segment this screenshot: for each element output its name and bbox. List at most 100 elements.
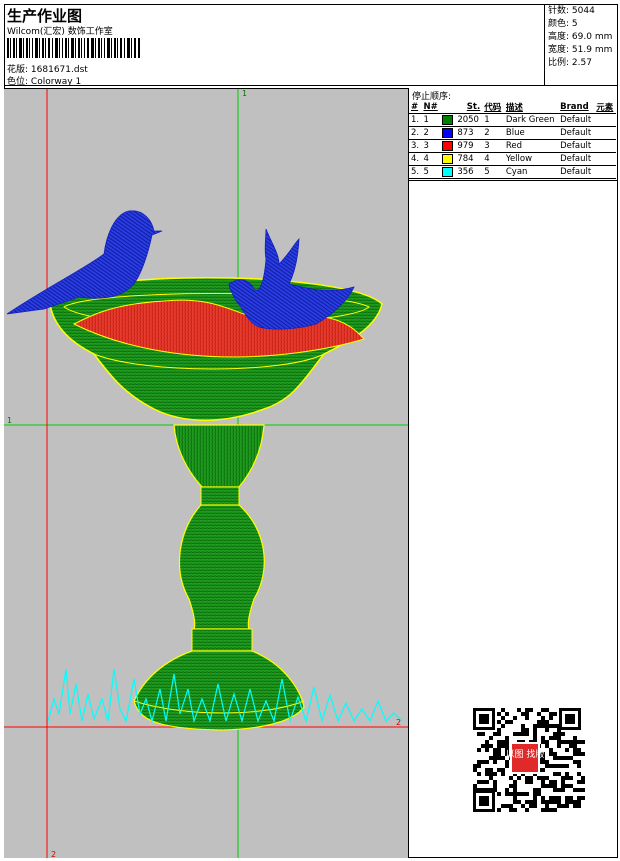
qr-module bbox=[557, 756, 561, 760]
color-swatch bbox=[442, 140, 454, 151]
qr-module bbox=[481, 780, 485, 784]
qr-module bbox=[561, 732, 565, 736]
qr-module bbox=[505, 804, 509, 808]
qr-module bbox=[545, 800, 549, 804]
qr-module bbox=[549, 748, 553, 752]
qr-module bbox=[581, 776, 585, 780]
qr-module bbox=[561, 764, 565, 768]
qr-module bbox=[565, 756, 569, 760]
row-brand: Default bbox=[558, 139, 595, 153]
qr-stamp: 以图 找版 bbox=[506, 742, 545, 774]
qr-module bbox=[501, 768, 505, 772]
col-element: 元素 bbox=[596, 102, 614, 113]
qr-module bbox=[509, 720, 513, 724]
qr-module bbox=[569, 776, 573, 780]
row-code: 4 bbox=[482, 152, 504, 166]
qr-module bbox=[553, 788, 557, 792]
qr-module bbox=[537, 788, 541, 792]
qr-finder-tl bbox=[473, 708, 495, 730]
qr-module bbox=[561, 804, 565, 808]
qr-module bbox=[533, 788, 537, 792]
qr-module bbox=[521, 724, 525, 728]
qr-module bbox=[513, 796, 517, 800]
qr-module bbox=[497, 808, 501, 812]
qr-module bbox=[541, 800, 545, 804]
qr-module bbox=[537, 724, 541, 728]
qr-module bbox=[557, 772, 561, 776]
qr-module bbox=[545, 808, 549, 812]
qr-module bbox=[497, 748, 501, 752]
qr-module bbox=[525, 728, 529, 732]
qr-module bbox=[553, 764, 557, 768]
qr-module bbox=[493, 772, 497, 776]
qr-module bbox=[545, 776, 549, 780]
row-element bbox=[594, 139, 616, 153]
qr-module bbox=[573, 760, 577, 764]
qr-module bbox=[573, 736, 577, 740]
qr-module bbox=[485, 780, 489, 784]
qr-module bbox=[553, 756, 557, 760]
qr-module bbox=[553, 784, 557, 788]
qr-module bbox=[473, 764, 477, 768]
qr-module bbox=[545, 740, 549, 744]
qr-module bbox=[513, 788, 517, 792]
qr-module bbox=[545, 724, 549, 728]
qr-module bbox=[493, 760, 497, 764]
qr-module bbox=[509, 808, 513, 812]
color-swatch bbox=[442, 153, 454, 164]
qr-module bbox=[565, 764, 569, 768]
qr-module bbox=[537, 776, 541, 780]
qr-module bbox=[541, 776, 545, 780]
qr-module bbox=[497, 768, 501, 772]
qr-module bbox=[493, 756, 497, 760]
qr-code[interactable]: 以图 找版 bbox=[469, 704, 586, 816]
qr-module bbox=[533, 728, 537, 732]
qr-module bbox=[573, 744, 577, 748]
col-desc: 描述 bbox=[505, 102, 523, 113]
qr-module bbox=[541, 736, 545, 740]
color-swatch bbox=[442, 114, 454, 125]
qr-module bbox=[549, 808, 553, 812]
qr-module bbox=[545, 708, 549, 712]
guide-marker-left: 1 bbox=[7, 416, 12, 425]
qr-module bbox=[549, 712, 553, 716]
qr-module bbox=[505, 720, 509, 724]
embroidery-design: 1 1 2 2 bbox=[4, 89, 408, 858]
qr-module bbox=[565, 772, 569, 776]
svg-text:以图 找版: 以图 找版 bbox=[506, 748, 545, 760]
qr-module bbox=[521, 804, 525, 808]
row-code: 2 bbox=[482, 126, 504, 140]
qr-module bbox=[549, 796, 553, 800]
qr-module bbox=[565, 796, 569, 800]
qr-module bbox=[509, 804, 513, 808]
qr-module bbox=[549, 784, 553, 788]
qr-module bbox=[493, 748, 497, 752]
qr-module bbox=[557, 804, 561, 808]
qr-module bbox=[545, 804, 549, 808]
qr-module bbox=[521, 732, 525, 736]
qr-module bbox=[545, 764, 549, 768]
qr-module bbox=[497, 740, 501, 744]
row-desc: Cyan bbox=[503, 165, 559, 179]
qr-module bbox=[485, 744, 489, 748]
qr-module bbox=[553, 800, 557, 804]
qr-module bbox=[581, 788, 585, 792]
stitch-count: 873 bbox=[457, 128, 474, 139]
row-swatch: 873 bbox=[440, 126, 483, 140]
design-stats: 针数: 5044 颜色: 5 高度: 69.0 mm 宽度: 51.9 mm 比… bbox=[545, 4, 618, 86]
page-title: 生产作业图 bbox=[7, 7, 83, 25]
row-swatch: 979 bbox=[440, 139, 483, 153]
design-canvas[interactable]: 1 1 2 2 bbox=[4, 88, 409, 858]
colorway-row: 色位: Colorway 1 bbox=[7, 74, 81, 87]
qr-module bbox=[477, 772, 481, 776]
qr-module bbox=[565, 776, 569, 780]
col-hash: # bbox=[411, 101, 419, 112]
qr-module bbox=[581, 796, 585, 800]
qr-module bbox=[557, 800, 561, 804]
qr-module bbox=[561, 740, 565, 744]
qr-module bbox=[525, 800, 529, 804]
qr-module bbox=[577, 772, 581, 776]
qr-module bbox=[561, 780, 565, 784]
qr-finder-bl bbox=[473, 790, 495, 812]
qr-module bbox=[525, 780, 529, 784]
